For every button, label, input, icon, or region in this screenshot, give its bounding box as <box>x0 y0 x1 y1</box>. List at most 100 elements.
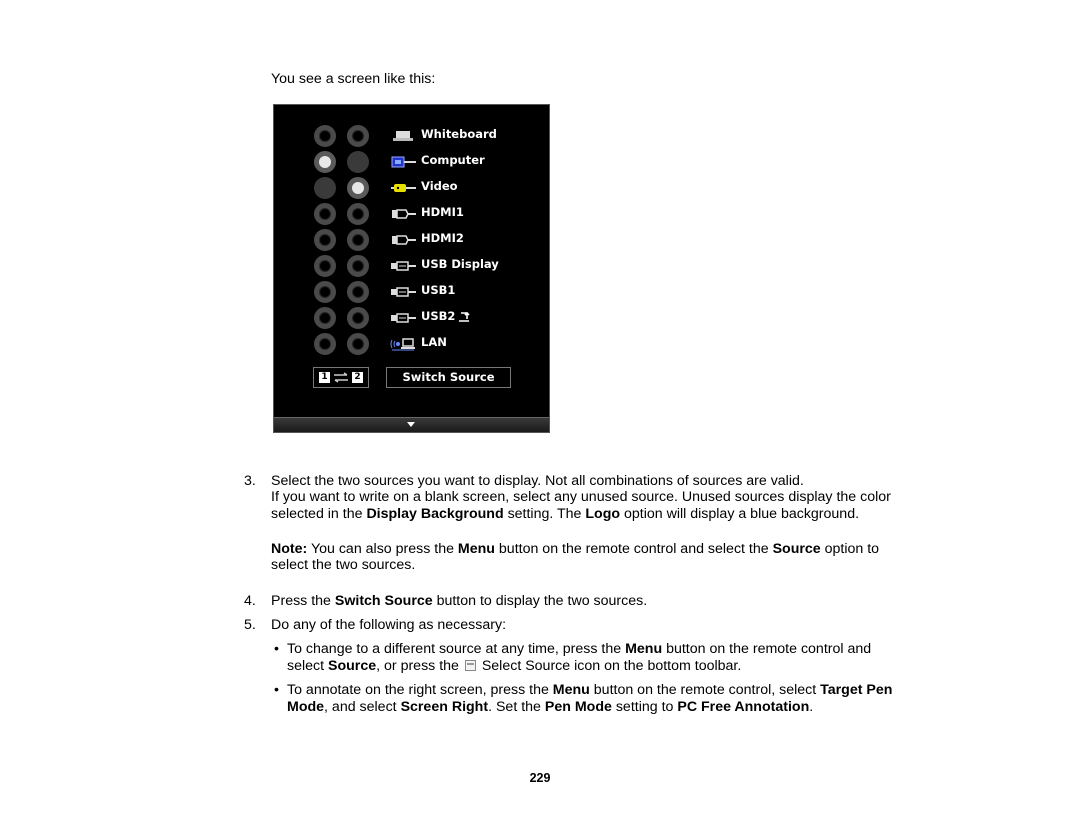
hdmi-icon <box>392 209 416 219</box>
usb-icon <box>391 287 416 297</box>
source-label: USB2 <box>421 309 456 323</box>
swap-screens-button[interactable]: 1 2 <box>313 367 369 388</box>
text: Press the <box>271 593 335 609</box>
screen-2-badge: 2 <box>352 372 363 383</box>
note-line-2: select the two sources. <box>271 557 416 573</box>
switch-source-button[interactable]: Switch Source <box>386 367 511 388</box>
text: button on the remote control and select … <box>494 541 773 557</box>
whiteboard-icon <box>393 131 413 141</box>
source-term: Source <box>328 658 377 674</box>
text-line: Select the two sources you want to displ… <box>271 473 804 489</box>
left-screen-radio[interactable] <box>314 177 336 199</box>
text: setting to <box>611 699 678 715</box>
step-number: 4. <box>244 593 256 609</box>
pen-mode-term: Pen Mode <box>544 699 612 715</box>
step-3-line-2: If you want to write on a blank screen, … <box>271 489 891 505</box>
right-screen-radio[interactable] <box>347 307 369 329</box>
right-screen-radio[interactable] <box>347 177 369 199</box>
text: option will display a blue background. <box>620 506 860 522</box>
text: button on the remote control, select <box>589 682 821 698</box>
right-screen-radio[interactable] <box>347 203 369 225</box>
left-screen-radio[interactable] <box>314 307 336 329</box>
text: button on the remote control and <box>662 641 872 657</box>
text-line: select Source, or press the Select Sourc… <box>287 658 871 675</box>
display-background-term: Display Background <box>366 506 504 522</box>
pc-free-annotation-term: PC Free Annotation <box>677 699 810 715</box>
source-row-computer: Computer <box>274 149 549 175</box>
source-selection-screen: 1 2 Switch Source Whiteboard Computer Vide… <box>273 104 550 433</box>
step-number: 3. <box>244 473 256 489</box>
expand-down-icon[interactable] <box>407 422 415 427</box>
source-row-whiteboard: Whiteboard <box>274 123 549 149</box>
text-line: Mode, and select Screen Right. Set the P… <box>287 699 892 716</box>
text: , and select <box>324 699 401 715</box>
note-line-1: Note: You can also press the Menu button… <box>271 541 879 557</box>
left-screen-radio[interactable] <box>314 229 336 251</box>
text: You can also press the <box>307 541 458 557</box>
bullet-dot: • <box>274 682 279 698</box>
text: selected in the <box>271 506 367 522</box>
text: option to <box>820 541 880 557</box>
source-label: LAN <box>421 335 447 349</box>
source-label: Whiteboard <box>421 127 497 141</box>
right-screen-radio[interactable] <box>347 255 369 277</box>
left-screen-radio[interactable] <box>314 151 336 173</box>
left-screen-radio[interactable] <box>314 333 336 355</box>
source-row-hdmi1: HDMI1 <box>274 201 549 227</box>
video-rca-icon <box>391 184 416 192</box>
screen-1-badge: 1 <box>319 372 330 383</box>
source-row-hdmi2: HDMI2 <box>274 227 549 253</box>
text: To annotate on the right screen, press t… <box>287 682 553 698</box>
usb-icon <box>391 313 416 323</box>
source-label: HDMI2 <box>421 231 464 245</box>
bullet-text: To change to a different source at any t… <box>287 641 871 675</box>
left-screen-radio[interactable] <box>314 203 336 225</box>
text: button to display the two sources. <box>432 593 648 609</box>
step-text: Press the Switch Source button to displa… <box>271 593 647 609</box>
source-row-video: Video <box>274 175 549 201</box>
bullet-text: To annotate on the right screen, press t… <box>287 682 892 716</box>
source-row-usb1: USB1 <box>274 279 549 305</box>
bottom-bar[interactable] <box>274 417 549 432</box>
usb-icon <box>391 261 416 271</box>
eject-icon <box>459 311 470 322</box>
right-screen-radio[interactable] <box>347 281 369 303</box>
step-text: Select the two sources you want to displ… <box>271 473 804 489</box>
swap-arrows-icon <box>334 372 348 383</box>
right-screen-radio[interactable] <box>347 333 369 355</box>
right-screen-radio[interactable] <box>347 229 369 251</box>
source-label: HDMI1 <box>421 205 464 219</box>
computer-vga-icon <box>391 156 416 168</box>
menu-term: Menu <box>552 682 590 698</box>
menu-term: Menu <box>457 541 495 557</box>
hdmi-icon <box>392 235 416 245</box>
note-label: Note: <box>271 541 308 557</box>
mode-term: Mode <box>287 699 325 715</box>
source-label: USB Display <box>421 257 499 271</box>
logo-term: Logo <box>585 506 621 522</box>
step-text: Do any of the following as necessary: <box>271 617 507 633</box>
source-label: Computer <box>421 153 485 167</box>
text: setting. The <box>503 506 586 522</box>
source-row-usb-display: USB Display <box>274 253 549 279</box>
text: select <box>287 658 329 674</box>
source-term: Source <box>772 541 821 557</box>
right-screen-radio[interactable] <box>347 125 369 147</box>
text: . <box>809 699 814 715</box>
text: , or press the <box>376 658 459 674</box>
right-screen-radio[interactable] <box>347 151 369 173</box>
source-label: USB1 <box>421 283 456 297</box>
lan-icon <box>390 338 415 351</box>
text-line: To annotate on the right screen, press t… <box>287 682 892 699</box>
bullet-dot: • <box>274 641 279 657</box>
left-screen-radio[interactable] <box>314 125 336 147</box>
text: To change to a different source at any t… <box>287 641 626 657</box>
text-line: To change to a different source at any t… <box>287 641 871 658</box>
left-screen-radio[interactable] <box>314 255 336 277</box>
select-source-icon <box>464 660 476 671</box>
source-row-lan: LAN <box>274 331 549 357</box>
left-screen-radio[interactable] <box>314 281 336 303</box>
menu-term: Menu <box>625 641 663 657</box>
source-row-usb2: USB2 <box>274 305 549 331</box>
switch-source-term: Switch Source <box>334 593 433 609</box>
